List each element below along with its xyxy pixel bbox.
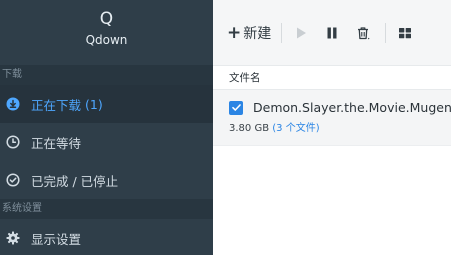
brand: Q Qdown bbox=[0, 0, 213, 65]
task-checkbox[interactable] bbox=[229, 100, 243, 115]
sidebar-item-completed[interactable]: 已完成 / 已停止 bbox=[0, 161, 213, 199]
main-panel: + 新建 文件名 Demon.Slayer.the.Movie.Mugen. 3… bbox=[213, 0, 451, 255]
sidebar-item-label: 正在等待 bbox=[31, 135, 82, 151]
sidebar-item-label: 显示设置 bbox=[31, 231, 82, 247]
check-circle-icon bbox=[6, 173, 20, 187]
grid-icon bbox=[399, 27, 412, 38]
delete-button[interactable] bbox=[354, 24, 372, 42]
sidebar-item-label: 已完成 / 已停止 bbox=[31, 173, 119, 189]
toolbar: + 新建 bbox=[213, 0, 451, 65]
task-file-count-link[interactable]: (3 个文件) bbox=[272, 123, 319, 134]
toolbar-divider bbox=[385, 22, 387, 43]
toolbar-divider bbox=[281, 22, 283, 43]
pause-icon bbox=[327, 27, 337, 38]
table-row[interactable]: Demon.Slayer.the.Movie.Mugen. 3.80 GB (3… bbox=[213, 90, 451, 146]
new-task-label: 新建 bbox=[243, 25, 272, 42]
section-label-settings: 系统设置 bbox=[0, 199, 213, 219]
sidebar-item-downloading[interactable]: 正在下载 (1) bbox=[0, 85, 213, 123]
sidebar-item-display-settings[interactable]: 显示设置 bbox=[0, 219, 213, 255]
new-task-button[interactable]: + 新建 bbox=[227, 22, 271, 44]
view-mode-button[interactable] bbox=[396, 24, 414, 42]
sidebar-item-label: 正在下载 bbox=[31, 97, 82, 113]
check-icon bbox=[231, 104, 241, 111]
sidebar-item-count: (1) bbox=[85, 96, 103, 112]
sidebar-item-waiting[interactable]: 正在等待 bbox=[0, 123, 213, 161]
task-size: 3.80 GB bbox=[229, 123, 270, 134]
play-icon bbox=[297, 27, 307, 38]
pause-button[interactable] bbox=[323, 24, 341, 42]
brand-logo: Q bbox=[99, 9, 114, 29]
delete-icon bbox=[358, 26, 370, 39]
gear-icon bbox=[6, 231, 20, 245]
download-circle-icon bbox=[6, 97, 20, 111]
brand-name: Qdown bbox=[85, 33, 128, 47]
task-name: Demon.Slayer.the.Movie.Mugen. bbox=[253, 100, 451, 115]
section-label-downloads: 下载 bbox=[0, 65, 213, 85]
plus-icon: + bbox=[227, 22, 242, 43]
table-header-filename: 文件名 bbox=[213, 65, 451, 90]
clock-icon bbox=[6, 135, 20, 149]
resume-button[interactable] bbox=[292, 24, 310, 42]
sidebar: Q Qdown 下载 正在下载 (1) 正在等待 已完成 / 已停止 系统设置 … bbox=[0, 0, 213, 255]
